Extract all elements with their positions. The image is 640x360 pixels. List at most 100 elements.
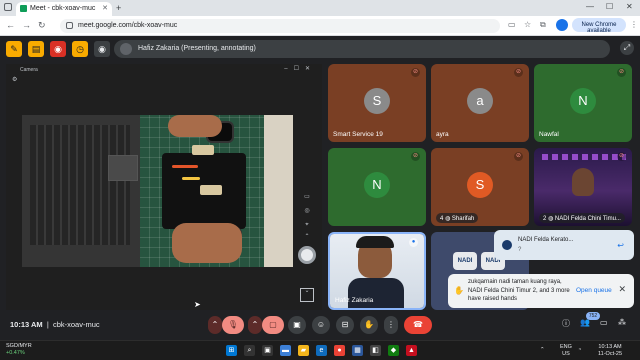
sender-avatar <box>502 240 512 250</box>
tray-chevron-icon[interactable]: ⌃ <box>540 347 545 354</box>
presenter-avatar <box>120 43 132 55</box>
chrome-icon[interactable]: ● <box>334 345 345 356</box>
participant-video-person <box>572 168 594 196</box>
presenting-label: Hafiz Zakaria (Presenting, annotating) <box>138 45 256 52</box>
presenting-banner: Hafiz Zakaria (Presenting, annotating) <box>114 40 610 58</box>
eye-icon[interactable]: ◉ <box>94 41 110 57</box>
chrome-update-button[interactable]: New Chrome available <box>572 18 626 34</box>
close-tab-icon[interactable]: ✕ <box>102 4 108 12</box>
site-info-icon[interactable] <box>66 22 73 29</box>
mic-off-icon: ⊘ <box>514 68 523 77</box>
open-queue-link[interactable]: Open queue <box>576 287 612 294</box>
raise-hand-icon[interactable]: ✋ <box>360 316 378 334</box>
mic-off-button[interactable]: 🎙 <box>222 316 244 334</box>
chat-notification[interactable]: NADI Felda Kerato... ? ↩ <box>494 230 634 260</box>
annotate-pen-icon[interactable]: ✎ <box>6 41 22 57</box>
close-notification-icon[interactable]: ✕ <box>618 284 626 295</box>
mic-off-icon: ⊘ <box>617 152 626 161</box>
bookmark-icon[interactable]: ☆ <box>524 20 531 29</box>
participant-avatar: S <box>364 88 390 114</box>
store-icon[interactable]: ▦ <box>352 345 363 356</box>
new-tab-icon[interactable]: + <box>116 3 121 13</box>
raised-hands-notification: ✋ zukqarnain nadi taman kuang raya, NADI… <box>448 274 634 308</box>
video-mode-icon[interactable]: ▭ <box>302 190 312 204</box>
participant-tile[interactable]: N ⊘ Nawfal <box>534 64 632 142</box>
chat-icon[interactable]: ▭ <box>600 318 608 327</box>
mic-options-chevron-icon[interactable]: ⌃ <box>208 316 222 334</box>
system-clock[interactable]: 10:13 AM 11-Oct-25 <box>598 344 622 358</box>
stock-widget[interactable]: SGD/MYR +0.47% <box>6 343 32 357</box>
leave-call-button[interactable]: ☎ <box>404 316 432 334</box>
shared-window-controls: –☐✕ <box>284 66 316 72</box>
participant-avatar: N <box>364 172 390 198</box>
whiteboard-icon[interactable]: ▤ <box>28 41 44 57</box>
cast-icon[interactable]: ▭ <box>508 20 516 29</box>
file-explorer-icon[interactable]: ▬ <box>280 345 291 356</box>
search-icon[interactable]: ⌕ <box>244 345 255 356</box>
tab-title: Meet - cbk-xoav-muc <box>30 5 96 12</box>
fullscreen-icon[interactable]: ⤢ <box>620 41 634 55</box>
participant-name: Smart Service 19 <box>333 131 383 138</box>
participant-tile[interactable]: S ⊘ Smart Service 19 <box>328 64 426 142</box>
folder-icon[interactable]: ▰ <box>298 345 309 356</box>
chevron-up-icon[interactable]: ⌃ <box>302 230 312 244</box>
start-icon[interactable]: ⊞ <box>226 345 237 356</box>
reply-icon[interactable]: ↩ <box>617 241 624 250</box>
raised-hand-icon: ✋ <box>454 286 464 295</box>
profile-avatar[interactable] <box>556 19 568 31</box>
app-icon[interactable]: ◆ <box>388 345 399 356</box>
meet-favicon-icon <box>20 5 27 12</box>
browser-tab[interactable]: Meet - cbk-xoav-muc ✕ <box>16 2 112 16</box>
paper-sheet <box>264 115 293 267</box>
more-options-icon[interactable]: ⋮ <box>384 316 398 334</box>
present-button[interactable]: ▣ <box>288 316 306 334</box>
task-view-icon[interactable]: ▣ <box>262 345 273 356</box>
edge-icon[interactable]: e <box>316 345 327 356</box>
participant-tile[interactable]: ⊘ 2 ◍ NADI Felda Chini Timu... <box>534 148 632 226</box>
close-window-icon[interactable]: ✕ <box>626 2 633 11</box>
camera-options-chevron-icon[interactable]: ⌃ <box>248 316 262 334</box>
wifi-icon[interactable]: ◔ <box>578 347 581 354</box>
emoji-reaction-icon[interactable]: ☺ <box>312 316 330 334</box>
notification-sender: NADI Felda Kerato... <box>518 237 574 243</box>
captions-icon[interactable]: ⊟ <box>336 316 354 334</box>
nadi-logo: NADI <box>453 252 477 270</box>
address-bar[interactable]: meet.google.com/cbk-xoav-muc <box>60 19 500 33</box>
timer-icon[interactable]: ◷ <box>72 41 88 57</box>
participant-avatar: S <box>467 172 493 198</box>
capture-button[interactable] <box>298 246 316 264</box>
mic-off-icon: ⊘ <box>411 152 420 161</box>
camera-feed <box>22 115 293 267</box>
mic-off-icon: ⊘ <box>411 68 420 77</box>
chrome-menu-icon[interactable]: ⋮ <box>630 20 638 29</box>
back-icon[interactable]: ← <box>6 20 15 30</box>
reload-icon[interactable]: ↻ <box>38 20 46 31</box>
presenter-hair <box>356 236 394 248</box>
participant-tile-presenter[interactable]: ● Hafiz Zakaria <box>328 232 426 310</box>
robot-wire <box>182 177 200 180</box>
gallery-thumbnail[interactable] <box>300 288 314 302</box>
participant-avatar: N <box>570 88 596 114</box>
maximize-icon[interactable]: ☐ <box>606 2 613 11</box>
meeting-info-icon[interactable]: ⓘ <box>562 318 570 329</box>
app-icon[interactable]: ◧ <box>370 345 381 356</box>
mouse-cursor-icon: ➤ <box>194 300 201 309</box>
forward-icon[interactable]: → <box>22 20 31 30</box>
photo-mode-icon[interactable]: ◎ <box>302 204 312 218</box>
activities-icon[interactable]: ⁂ <box>618 318 626 327</box>
participant-name: Nawfal <box>539 131 559 138</box>
language-indicator[interactable]: ENG US <box>560 344 572 358</box>
notification-message: ? <box>518 247 522 253</box>
participant-tile[interactable]: S ⊘ 4 ◍ Sharifah <box>431 148 529 226</box>
participant-tile[interactable]: N ⊘ <box>328 148 426 226</box>
record-icon[interactable]: ◉ <box>50 41 66 57</box>
participant-tile[interactable]: a ⊘ ayra <box>431 64 529 142</box>
camera-off-button[interactable]: ▢ <box>262 316 284 334</box>
meet-top-bar: ✎ ▤ ◉ ◷ ◉ Hafiz Zakaria (Presenting, ann… <box>0 37 640 61</box>
minimize-icon[interactable]: — <box>586 2 594 11</box>
extensions-icon[interactable]: ⧉ <box>540 20 546 30</box>
tab-list-icon[interactable] <box>4 3 12 11</box>
meet-controls-bar: 10:13 AM | cbk-xoav-muc ⌃ 🎙 ⌃ ▢ ▣ ☺ ⊟ ✋ … <box>0 312 640 340</box>
app-icon[interactable]: ▲ <box>406 345 417 356</box>
url-text: meet.google.com/cbk-xoav-muc <box>78 22 178 29</box>
